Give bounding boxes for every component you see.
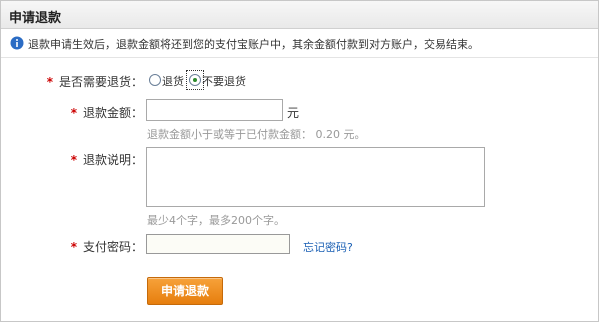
required-asterisk: * — [70, 153, 77, 167]
notice-text: 退款申请生效后，退款金额将还到您的支付宝账户中，其余金额付款到对方账户，交易结束… — [28, 38, 479, 51]
amount-hint: 退款金额小于或等于已付款金额： 0.20 元。 — [147, 128, 366, 141]
refund-reason-textarea[interactable] — [146, 147, 485, 207]
refund-amount-input[interactable] — [146, 99, 283, 121]
forgot-password-link[interactable]: 忘记密码? — [303, 239, 353, 255]
refund-panel: 申请退款 退款申请生效后，退款金额将还到您的支付宝账户中，其余金额付款到对方账户… — [0, 0, 599, 322]
radio-circle-selected[interactable] — [189, 74, 201, 86]
info-icon — [10, 36, 24, 50]
submit-refund-button[interactable]: 申请退款 — [147, 277, 223, 305]
return-goods-label: * 是否需要退货： — [46, 75, 143, 89]
notice-bar: 退款申请生效后，退款金额将还到您的支付宝账户中，其余金额付款到对方账户，交易结束… — [1, 29, 598, 58]
password-label: * 支付密码： — [70, 240, 143, 254]
reason-label: * 退款说明： — [70, 153, 143, 167]
required-asterisk: * — [46, 75, 53, 89]
payment-password-input[interactable] — [146, 234, 290, 254]
radio-label: 不要退货 — [202, 75, 246, 88]
required-asterisk: * — [70, 106, 77, 120]
radio-label: 退货 — [162, 75, 184, 88]
panel-header: 申请退款 — [1, 1, 598, 29]
amount-label: * 退款金额： — [70, 106, 143, 120]
required-asterisk: * — [70, 240, 77, 254]
amount-unit: 元 — [287, 106, 300, 120]
page-title: 申请退款 — [9, 11, 62, 26]
reason-hint: 最少4个字，最多200个字。 — [147, 214, 285, 227]
radio-circle[interactable] — [149, 74, 161, 86]
